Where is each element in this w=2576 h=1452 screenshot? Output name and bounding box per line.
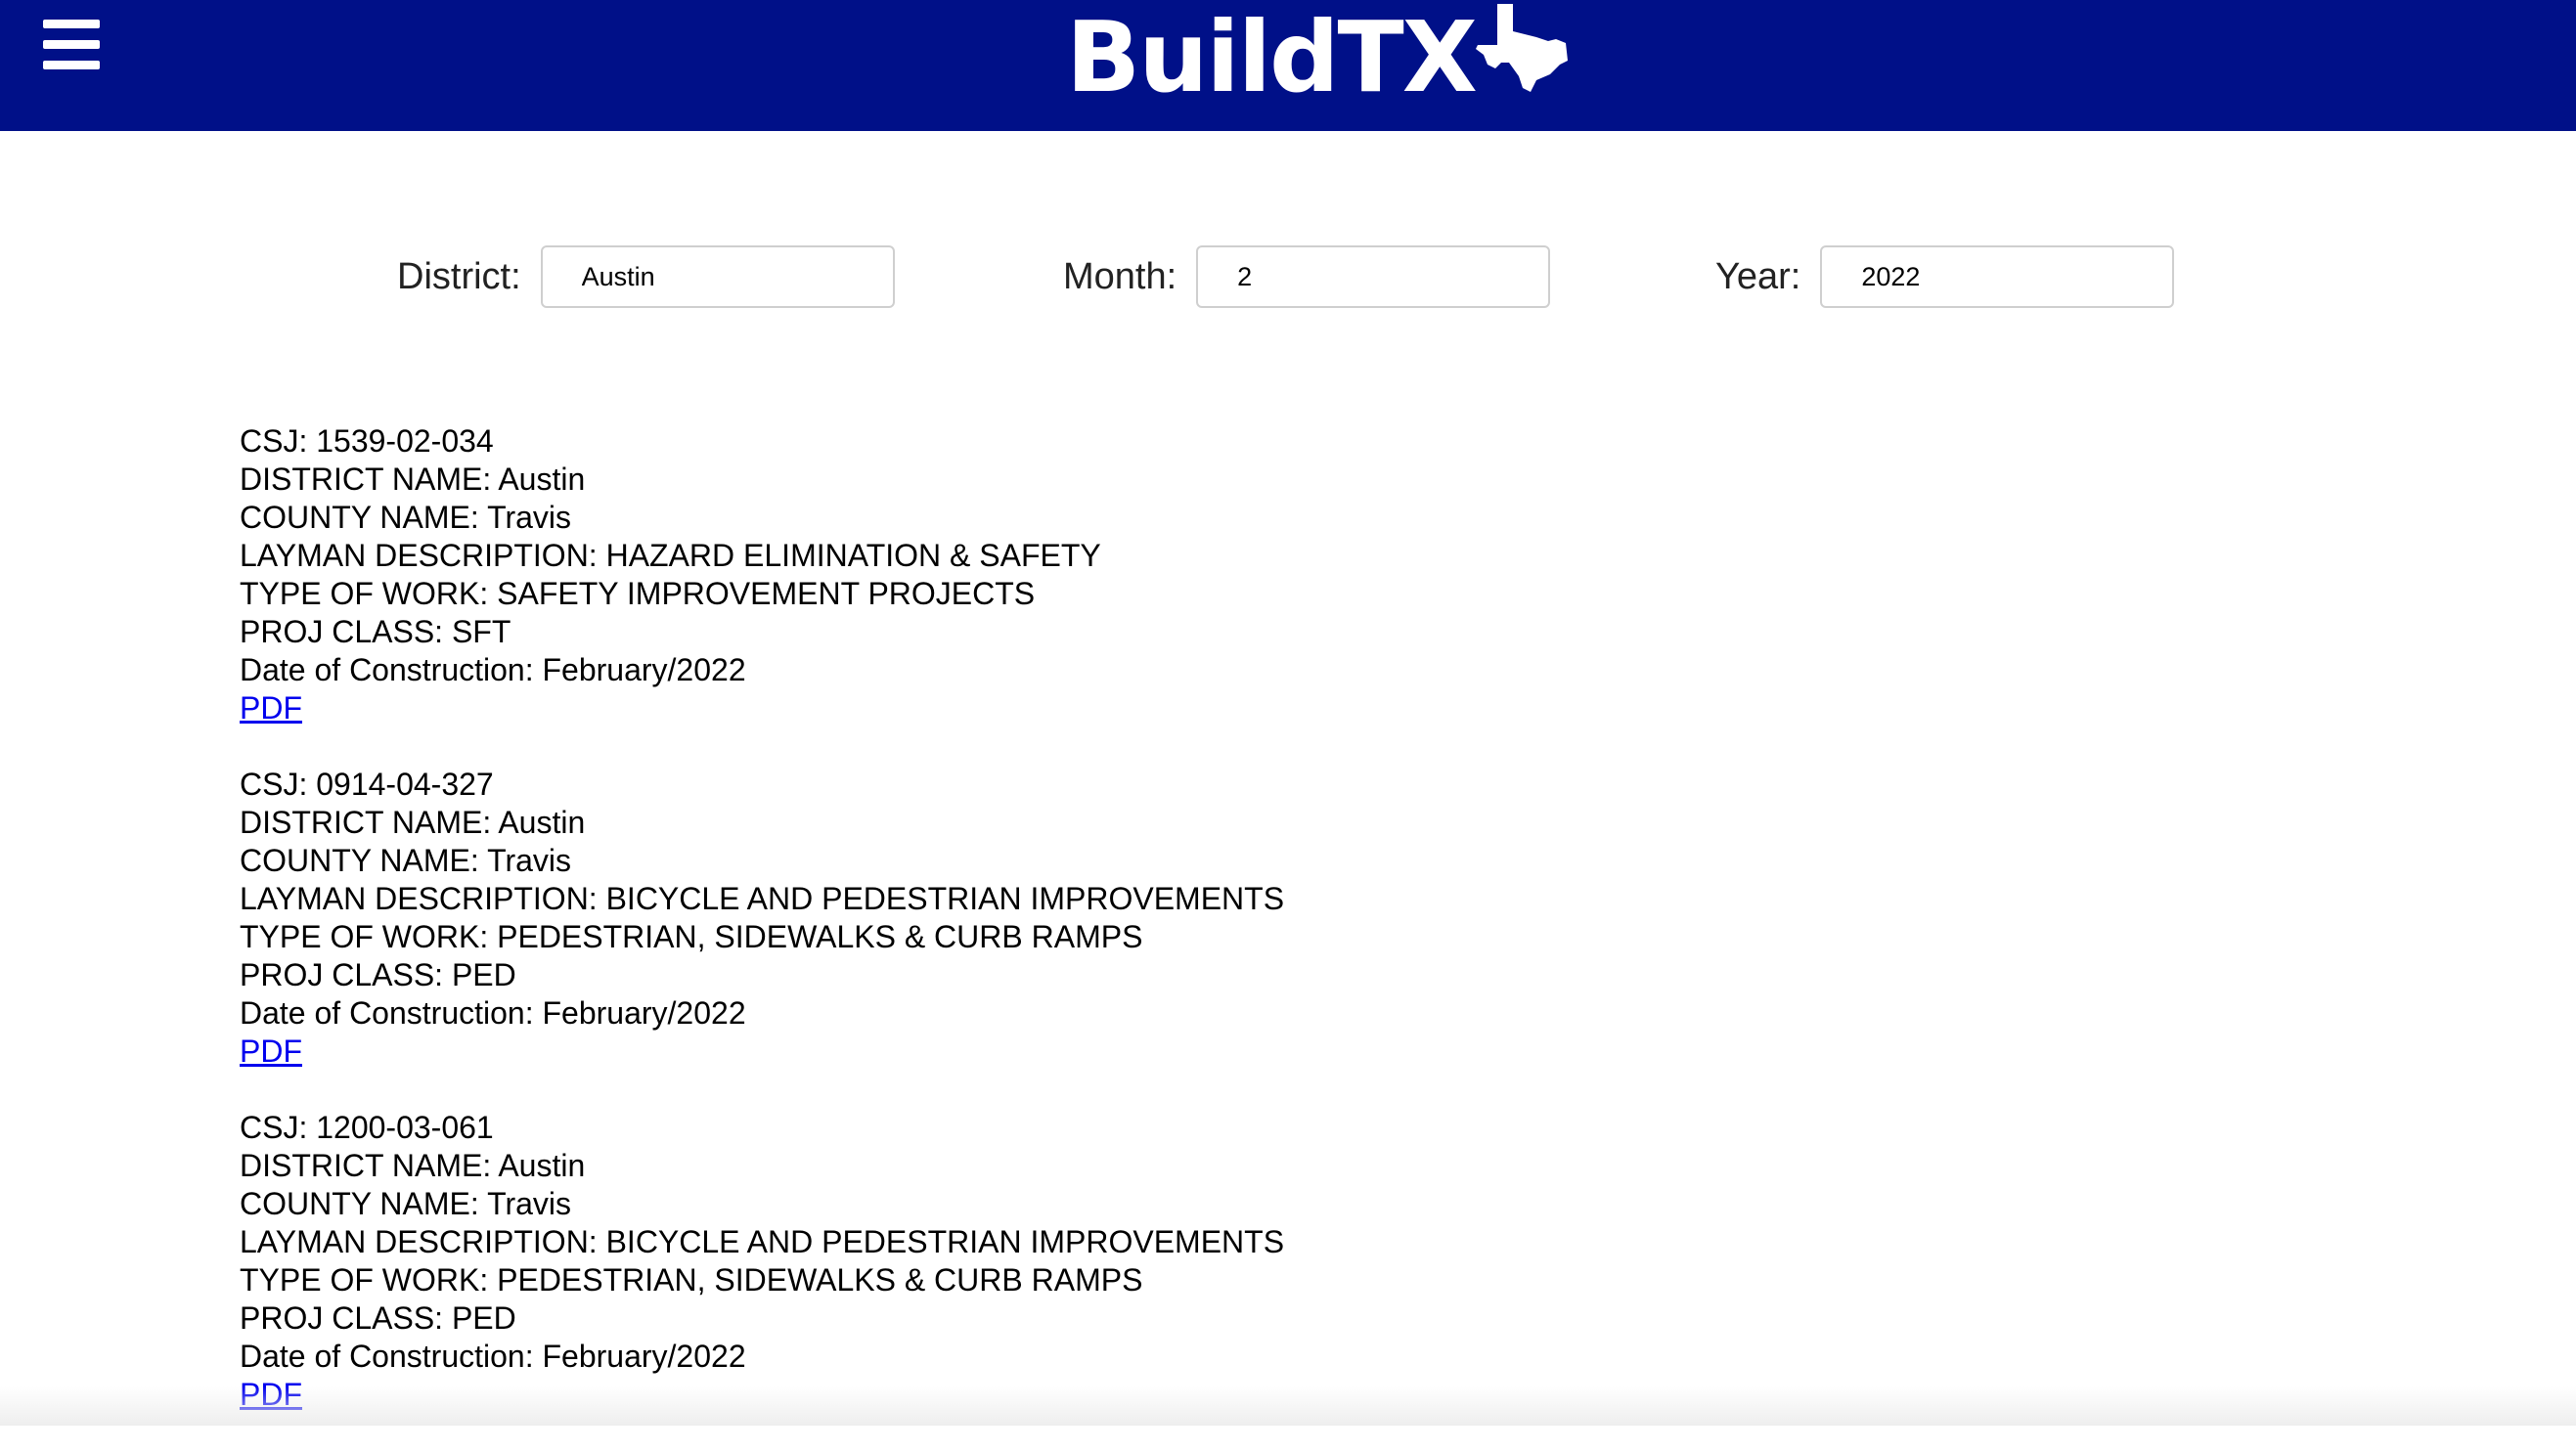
county-name-text: COUNTY NAME: Travis — [240, 499, 1804, 537]
csj-text: CSJ: 1539-02-034 — [240, 422, 1804, 461]
project-record: CSJ: 0914-04-327 DISTRICT NAME: Austin C… — [240, 766, 1804, 1071]
month-input[interactable] — [1196, 245, 1550, 308]
construction-date-text: Date of Construction: February/2022 — [240, 1338, 1804, 1376]
proj-class-text: PROJ CLASS: PED — [240, 1299, 1804, 1338]
project-list: CSJ: 1539-02-034 DISTRICT NAME: Austin C… — [240, 422, 1804, 1452]
hamburger-menu-icon[interactable] — [43, 20, 102, 72]
year-label: Year: — [1715, 256, 1800, 298]
type-of-work-text: TYPE OF WORK: PEDESTRIAN, SIDEWALKS & CU… — [240, 1261, 1804, 1299]
district-name-text: DISTRICT NAME: Austin — [240, 1147, 1804, 1185]
brand-name: BuildTX — [1066, 4, 1476, 111]
csj-text: CSJ: 0914-04-327 — [240, 766, 1804, 804]
month-label: Month: — [1063, 256, 1177, 298]
district-input[interactable] — [541, 245, 895, 308]
construction-date-text: Date of Construction: February/2022 — [240, 651, 1804, 689]
filter-bar: District: Month: Year: — [0, 242, 2576, 311]
layman-description-text: LAYMAN DESCRIPTION: BICYCLE AND PEDESTRI… — [240, 880, 1804, 918]
year-filter: Year: — [1715, 242, 2174, 311]
texas-state-icon — [1476, 4, 1570, 94]
district-label: District: — [397, 256, 521, 298]
construction-date-text: Date of Construction: February/2022 — [240, 994, 1804, 1033]
month-filter: Month: — [1063, 242, 1550, 311]
district-filter: District: — [397, 242, 895, 311]
type-of-work-text: TYPE OF WORK: PEDESTRIAN, SIDEWALKS & CU… — [240, 918, 1804, 956]
county-name-text: COUNTY NAME: Travis — [240, 1185, 1804, 1223]
proj-class-text: PROJ CLASS: SFT — [240, 613, 1804, 651]
type-of-work-text: TYPE OF WORK: SAFETY IMPROVEMENT PROJECT… — [240, 575, 1804, 613]
pdf-link[interactable]: PDF — [240, 1377, 302, 1412]
proj-class-text: PROJ CLASS: PED — [240, 956, 1804, 994]
district-name-text: DISTRICT NAME: Austin — [240, 461, 1804, 499]
layman-description-text: LAYMAN DESCRIPTION: BICYCLE AND PEDESTRI… — [240, 1223, 1804, 1261]
layman-description-text: LAYMAN DESCRIPTION: HAZARD ELIMINATION &… — [240, 537, 1804, 575]
district-name-text: DISTRICT NAME: Austin — [240, 804, 1804, 842]
project-record: CSJ: 1539-02-034 DISTRICT NAME: Austin C… — [240, 422, 1804, 727]
project-record: CSJ: 1200-03-061 DISTRICT NAME: Austin C… — [240, 1109, 1804, 1414]
pdf-link[interactable]: PDF — [240, 690, 302, 726]
csj-text: CSJ: 1200-03-061 — [240, 1109, 1804, 1147]
year-input[interactable] — [1820, 245, 2174, 308]
top-navbar: BuildTX — [0, 0, 2576, 131]
county-name-text: COUNTY NAME: Travis — [240, 842, 1804, 880]
pdf-link[interactable]: PDF — [240, 1034, 302, 1069]
brand-logo[interactable]: BuildTX — [1066, 4, 1570, 111]
